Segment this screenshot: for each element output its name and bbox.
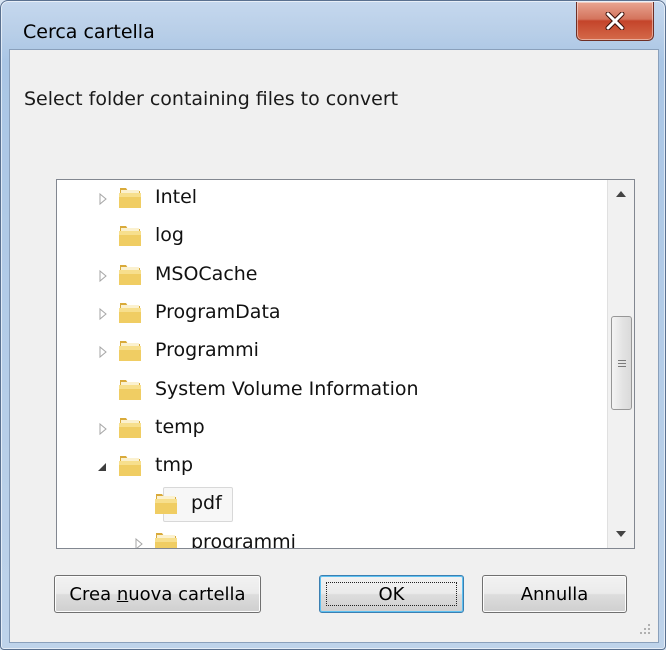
ok-button[interactable]: OK: [319, 575, 464, 613]
new-folder-button[interactable]: Crea nuova cartella: [54, 575, 261, 613]
folder-icon: [119, 341, 141, 362]
tree-item[interactable]: System Volume Information: [57, 373, 597, 407]
dialog-client-area: Select folder containing files to conver…: [9, 49, 659, 643]
vertical-scrollbar[interactable]: [607, 180, 634, 548]
dialog-window: Cerca cartella Select folder containing …: [0, 0, 666, 650]
resize-grip-icon[interactable]: [638, 622, 652, 636]
triangle-right-icon[interactable]: [98, 422, 108, 436]
tree-item[interactable]: programmi: [57, 526, 597, 549]
tree-item-label: ProgramData: [155, 300, 281, 323]
tree-item-label: Programmi: [155, 339, 259, 362]
tree-item-label: programmi: [191, 530, 296, 549]
close-x-icon: [605, 12, 625, 30]
tree-item[interactable]: tmp: [57, 449, 597, 483]
folder-icon: [155, 532, 177, 548]
tree-item[interactable]: pdf: [57, 487, 597, 523]
scrollbar-thumb[interactable]: [611, 316, 632, 410]
folder-icon: [155, 494, 177, 515]
tree-item[interactable]: Intel: [57, 181, 597, 215]
scroll-down-arrow-icon[interactable]: [608, 522, 634, 546]
tree-item-label: Intel: [155, 186, 198, 208]
tree-item-label: MSOCache: [155, 262, 258, 285]
scroll-up-arrow-icon[interactable]: [608, 182, 634, 206]
triangle-right-icon[interactable]: [98, 345, 108, 359]
folder-tree[interactable]: Intel log MSOCache ProgramData Programmi Syst…: [56, 179, 635, 549]
cancel-button[interactable]: Annulla: [482, 575, 627, 613]
folder-icon: [119, 302, 141, 323]
tree-item-label: tmp: [155, 454, 194, 477]
tree-item-label: log: [155, 224, 184, 247]
window-title: Cerca cartella: [23, 21, 155, 43]
tree-item[interactable]: Programmi: [57, 334, 597, 368]
tree-item[interactable]: log: [57, 219, 597, 253]
triangle-right-icon[interactable]: [134, 537, 144, 549]
folder-icon: [119, 456, 141, 477]
tree-item[interactable]: temp: [57, 411, 597, 445]
tree-item-label: pdf: [191, 492, 222, 515]
tree-item[interactable]: MSOCache: [57, 258, 597, 292]
focus-rectangle: [326, 582, 457, 606]
folder-icon: [119, 226, 141, 247]
triangle-right-icon[interactable]: [98, 192, 108, 206]
folder-icon: [119, 417, 141, 438]
new-folder-label: Crea nuova cartella: [69, 583, 246, 605]
close-button[interactable]: [576, 2, 654, 41]
triangle-right-icon[interactable]: [98, 269, 108, 283]
folder-icon: [119, 188, 141, 208]
tree-item[interactable]: ProgramData: [57, 296, 597, 330]
triangle-down-icon[interactable]: [98, 460, 108, 474]
triangle-right-icon[interactable]: [98, 307, 108, 321]
cancel-label: Annulla: [520, 583, 589, 605]
dialog-prompt: Select folder containing files to conver…: [24, 88, 399, 110]
tree-item-label: temp: [155, 415, 205, 438]
tree-item-label: System Volume Information: [155, 377, 419, 400]
folder-icon: [119, 264, 141, 285]
grip-lines-icon: [617, 359, 626, 367]
folder-icon: [119, 379, 141, 400]
